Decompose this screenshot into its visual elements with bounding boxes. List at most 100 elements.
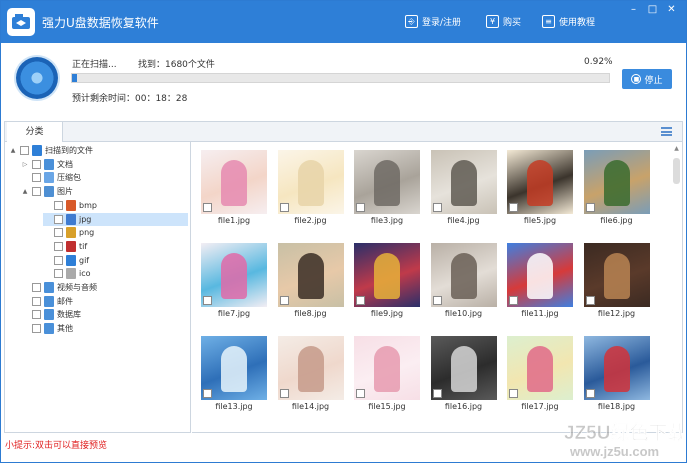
- stop-button[interactable]: ■ 停止: [622, 69, 672, 89]
- login-label: 登录/注册: [422, 18, 462, 28]
- thumbnail-image: [201, 150, 267, 214]
- tree-checkbox[interactable]: [32, 324, 41, 334]
- login-button[interactable]: ⎆ 登录/注册: [405, 15, 461, 28]
- usb-drive-icon: [12, 14, 30, 29]
- file-thumbnail[interactable]: file14.jpg: [277, 336, 344, 416]
- tree-checkbox[interactable]: [32, 159, 41, 169]
- tree-item-8[interactable]: gif: [43, 254, 89, 267]
- tree-item-3[interactable]: ▲ 图片: [21, 185, 73, 198]
- file-thumbnail[interactable]: file6.jpg: [583, 150, 650, 230]
- tree-checkbox[interactable]: [54, 241, 63, 251]
- tree-item-11[interactable]: 邮件: [21, 295, 73, 308]
- file-checkbox[interactable]: [585, 389, 595, 398]
- file-checkbox[interactable]: [432, 389, 442, 398]
- tree-item-13[interactable]: 其他: [21, 322, 73, 335]
- thumbnail-subject: [374, 253, 400, 299]
- tree-toggle-icon[interactable]: ▷: [21, 161, 29, 168]
- tree-checkbox[interactable]: [54, 269, 63, 279]
- tree-item-7[interactable]: tif: [43, 240, 87, 253]
- svg-text:JZ5U绿色下载: JZ5U绿色下载: [564, 421, 682, 444]
- file-checkbox[interactable]: [509, 203, 518, 212]
- file-checkbox[interactable]: [585, 203, 595, 212]
- file-checkbox[interactable]: [509, 389, 518, 398]
- file-checkbox[interactable]: [279, 389, 289, 398]
- tree-item-label: 其他: [57, 324, 73, 334]
- tree-item-label: tif: [79, 241, 88, 251]
- file-thumbnail[interactable]: file4.jpg: [430, 150, 497, 230]
- tree-item-1[interactable]: ▷ 文档: [21, 158, 73, 171]
- file-thumbnail[interactable]: file12.jpg: [583, 243, 650, 323]
- tab-category[interactable]: 分类: [7, 122, 63, 142]
- file-thumbnail[interactable]: file11.jpg: [507, 243, 573, 323]
- tree-checkbox[interactable]: [32, 296, 41, 306]
- scan-status: 正在扫描...: [72, 60, 117, 70]
- tutorial-button[interactable]: ≡ 使用教程: [542, 15, 595, 28]
- file-name: file17.jpg: [521, 402, 559, 411]
- file-checkbox[interactable]: [509, 296, 518, 305]
- file-thumbnail[interactable]: file9.jpg: [354, 243, 420, 323]
- tree-item-9[interactable]: ico: [43, 267, 91, 280]
- tree-checkbox[interactable]: [54, 228, 63, 238]
- tutorial-label: 使用教程: [559, 18, 596, 28]
- tree-checkbox[interactable]: [54, 255, 63, 265]
- file-thumbnail[interactable]: file5.jpg: [507, 150, 573, 230]
- file-thumbnail[interactable]: file13.jpg: [201, 336, 267, 416]
- file-checkbox[interactable]: [203, 203, 212, 212]
- file-name: file1.jpg: [217, 216, 251, 225]
- tree-item-0[interactable]: ▲ 扫描到的文件: [9, 144, 93, 157]
- file-checkbox[interactable]: [356, 296, 365, 305]
- file-thumbnail[interactable]: file17.jpg: [507, 336, 573, 416]
- tree-item-6[interactable]: png: [43, 226, 94, 239]
- tree-item-5[interactable]: jpg: [43, 212, 188, 226]
- file-thumbnail[interactable]: file15.jpg: [354, 336, 420, 416]
- tree-checkbox[interactable]: [20, 146, 29, 155]
- file-checkbox[interactable]: [279, 296, 289, 305]
- file-grid: ▲ file1.jpg file2.jpg file3.jpg file4.jpg fi…: [192, 142, 683, 433]
- file-checkbox[interactable]: [432, 203, 442, 212]
- vertical-scrollbar[interactable]: [673, 158, 680, 184]
- file-checkbox[interactable]: [356, 389, 365, 398]
- tree-toggle-icon[interactable]: ▲: [9, 147, 17, 154]
- thumbnail-subject: [374, 346, 400, 392]
- maximize-button[interactable]: □: [645, 3, 660, 16]
- tree-item-2[interactable]: 压缩包: [21, 171, 81, 184]
- tree-item-10[interactable]: 视频与音频: [21, 281, 97, 294]
- file-checkbox[interactable]: [279, 203, 289, 212]
- tree-item-12[interactable]: 数据库: [21, 308, 81, 321]
- scan-progress-bar: [71, 73, 610, 83]
- file-thumbnail[interactable]: file18.jpg: [583, 336, 650, 416]
- minimize-button[interactable]: –: [626, 3, 641, 16]
- archive-icon: [44, 172, 54, 184]
- scan-panel: 正在扫描... 找到：1680个文件 0.92% 预计剩余时间：00：18：28…: [1, 43, 686, 117]
- tree-item-label: png: [79, 228, 95, 238]
- file-checkbox[interactable]: [203, 296, 212, 305]
- file-thumbnail[interactable]: file3.jpg: [354, 150, 420, 230]
- file-thumbnail[interactable]: file10.jpg: [430, 243, 497, 323]
- file-thumbnail[interactable]: file8.jpg: [277, 243, 344, 323]
- tree-item-4[interactable]: bmp: [43, 199, 97, 212]
- file-name: file10.jpg: [444, 309, 483, 318]
- file-checkbox[interactable]: [356, 203, 365, 212]
- thumbnail-subject: [221, 346, 247, 392]
- tree-checkbox[interactable]: [32, 310, 41, 320]
- file-checkbox[interactable]: [203, 389, 212, 398]
- scroll-up-icon[interactable]: ▲: [673, 145, 680, 153]
- tree-item-label: 扫描到的文件: [45, 146, 93, 155]
- file-thumbnail[interactable]: file1.jpg: [201, 150, 267, 230]
- tree-checkbox[interactable]: [54, 200, 63, 210]
- media-icon: [44, 282, 54, 293]
- tree-checkbox[interactable]: [54, 214, 63, 224]
- tree-checkbox[interactable]: [32, 283, 41, 292]
- file-thumbnail[interactable]: file7.jpg: [201, 243, 267, 323]
- tree-checkbox[interactable]: [32, 173, 41, 183]
- tree-toggle-icon[interactable]: ▲: [21, 188, 29, 195]
- buy-label: 购买: [503, 18, 522, 28]
- file-thumbnail[interactable]: file16.jpg: [430, 336, 497, 416]
- file-checkbox[interactable]: [585, 296, 595, 305]
- tree-checkbox[interactable]: [32, 187, 41, 197]
- menu-icon[interactable]: [661, 127, 672, 136]
- file-thumbnail[interactable]: file2.jpg: [277, 150, 344, 230]
- close-button[interactable]: ✕: [664, 3, 679, 16]
- buy-button[interactable]: ¥ 购买: [486, 15, 521, 28]
- file-checkbox[interactable]: [432, 296, 442, 305]
